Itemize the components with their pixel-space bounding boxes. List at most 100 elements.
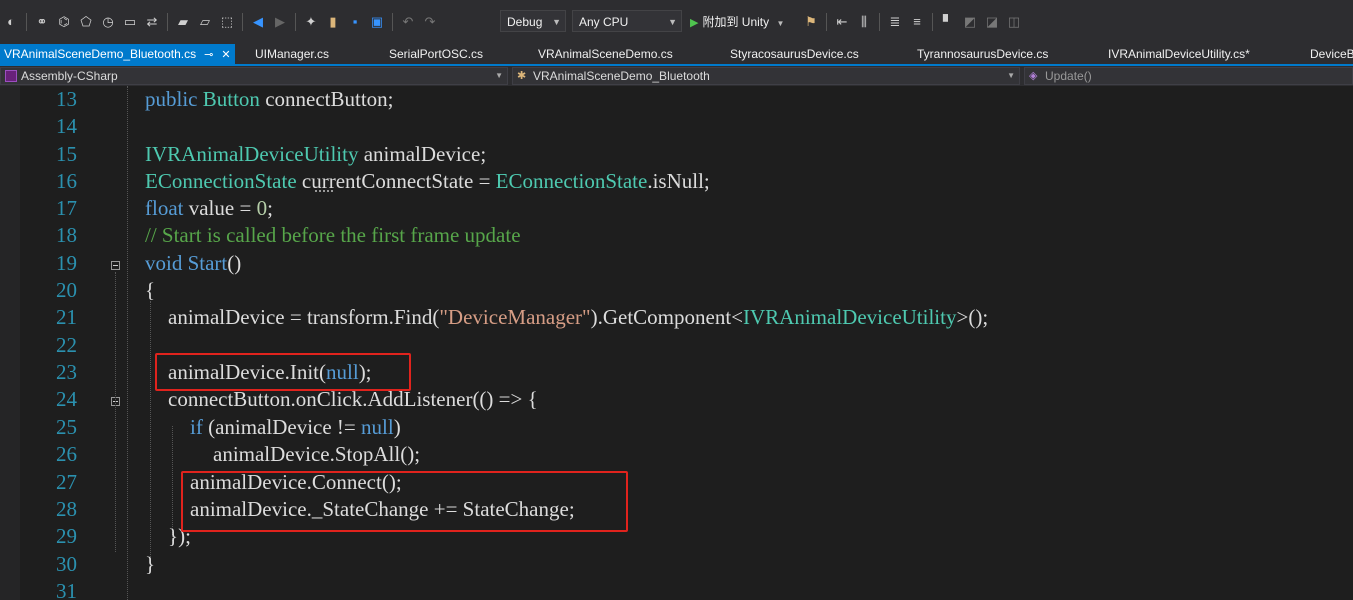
tab-label: UIManager.cs (255, 47, 330, 61)
line-number: 29 (56, 524, 77, 548)
keyword: float (145, 196, 184, 220)
open-folder-icon[interactable]: ▱ (197, 14, 213, 30)
code-line-30: } (145, 552, 155, 577)
type-name: IVRAnimalDeviceUtility (145, 142, 359, 166)
pin-icon[interactable]: ⊸ (204, 49, 213, 61)
line-number: 24 (56, 387, 77, 411)
new-project-icon[interactable]: ✦ (303, 14, 319, 30)
chevron-down-icon: ▼ (552, 17, 561, 27)
tab-vranimalscenedemo[interactable]: VRAnimalSceneDemo.cs (538, 44, 673, 64)
tab-uimanager[interactable]: UIManager.cs (255, 44, 329, 64)
tag-icon[interactable]: ⬠ (78, 14, 94, 30)
toolbar-separator (242, 13, 243, 31)
type-name: Button (202, 87, 260, 111)
save-all-icon[interactable]: ▣ (369, 14, 385, 30)
member-name: Update() (1045, 69, 1092, 83)
tab-serialportosc[interactable]: SerialPortOSC.cs (389, 44, 483, 64)
code-text: >(); (956, 305, 989, 329)
close-icon[interactable]: ✕ (221, 49, 230, 61)
tab-label: VRAnimalSceneDemo_Bluetooth.cs (4, 47, 197, 61)
undo-icon[interactable]: ↶ (400, 14, 416, 30)
member-dropdown[interactable]: ◈ Update() (1024, 67, 1353, 85)
solution-icon[interactable]: ⚭ (34, 14, 50, 30)
clear-bookmark-icon[interactable]: ◫ (1006, 14, 1022, 30)
tab-ivranimaldeviceutility[interactable]: IVRAnimalDeviceUtility.cs* (1108, 44, 1250, 64)
line-number: 15 (56, 142, 77, 166)
code-editor[interactable]: 13 14 15 16 17 18 19 20 21 22 23 24 25 2… (0, 86, 1353, 600)
bookmark-icon[interactable]: ▘ (940, 14, 956, 30)
tab-styracosaurusdevice[interactable]: StyracosaurusDevice.cs (730, 44, 859, 64)
comment-text: // Start is called before the first fram… (145, 223, 521, 247)
code-text: { (145, 278, 156, 302)
code-text: animalDevice; (363, 142, 487, 166)
line-number: 30 (56, 552, 77, 576)
class-name: VRAnimalSceneDemo_Bluetooth (533, 69, 710, 83)
line-number: 13 (56, 87, 77, 111)
string-literal: "DeviceManager" (439, 305, 591, 329)
diagram-icon[interactable]: ⌬ (56, 14, 72, 30)
toolbar-separator (826, 13, 827, 31)
keyword: if (190, 415, 203, 439)
number-literal: 0 (256, 196, 268, 220)
code-line-13: public Button connectButton; (145, 87, 394, 112)
platform-dropdown[interactable]: Any CPU ▼ (572, 10, 682, 32)
attach-unity-button[interactable]: ▶ 附加到 Unity ▼ (690, 10, 784, 34)
toolbar-separator (26, 13, 27, 31)
method-icon: ◈ (1029, 70, 1038, 82)
class-icon: ✱ (517, 70, 527, 82)
code-line-25: if (animalDevice != null) (190, 415, 401, 440)
line-number: 19 (56, 251, 77, 275)
tab-label: SerialPortOSC.cs (389, 47, 484, 61)
next-bookmark-icon[interactable]: ◪ (984, 14, 1000, 30)
code-text: = (478, 169, 491, 193)
window-icon[interactable]: ▭ (122, 14, 138, 30)
line-number: 27 (56, 470, 77, 494)
fold-toggle-icon[interactable] (111, 261, 120, 270)
redo-icon[interactable]: ↷ (422, 14, 438, 30)
code-text: value = (188, 196, 252, 220)
toolbar-separator (879, 13, 880, 31)
code-text: } (145, 552, 156, 576)
prev-bookmark-icon[interactable]: ◩ (962, 14, 978, 30)
line-number: 25 (56, 415, 77, 439)
history-icon[interactable]: ◷ (100, 14, 116, 30)
nav-icon[interactable]: ◐ (3, 14, 19, 30)
step-icon[interactable]: ⇤ (834, 14, 850, 30)
type-name: IVRAnimalDeviceUtility (743, 305, 957, 329)
code-text: animalDevice.StopAll(); (213, 442, 421, 466)
forward-icon[interactable]: ▶ (272, 14, 288, 30)
code-text: ) (393, 415, 401, 439)
document-tabs: VRAnimalSceneDemo_Bluetooth.cs ⊸ ✕ UIManag… (0, 44, 1353, 66)
code-text: animalDevice = transform.Find( (168, 305, 440, 329)
open-icon[interactable]: ▮ (325, 14, 341, 30)
tab-devicebase[interactable]: DeviceBa (1310, 44, 1353, 64)
comment-icon[interactable]: ≣ (887, 14, 903, 30)
indent-guide (150, 301, 151, 561)
play-icon: ▶ (690, 17, 699, 29)
fold-line (115, 272, 116, 552)
line-number: 23 (56, 360, 77, 384)
indent-guide (127, 86, 128, 600)
tab-vranimalscenedemo-bluetooth[interactable]: VRAnimalSceneDemo_Bluetooth.cs ⊸ ✕ (0, 44, 235, 64)
highlight-box-connect (181, 471, 628, 532)
find-icon[interactable]: ⚑ (803, 14, 819, 30)
csharp-project-icon (5, 70, 17, 82)
select-icon[interactable]: ⬚ (219, 14, 235, 30)
sync-icon[interactable]: ⇄ (144, 14, 160, 30)
code-line-16: EConnectionState currentConnectState = E… (145, 169, 710, 194)
line-number: 20 (56, 278, 77, 302)
configuration-dropdown[interactable]: Debug ▼ (500, 10, 566, 32)
tab-tyrannosaurusdevice[interactable]: TyrannosaurusDevice.cs (917, 44, 1048, 64)
line-number: 26 (56, 442, 77, 466)
highlight-box-init (155, 353, 411, 391)
uncomment-icon[interactable]: ≡ (909, 14, 925, 30)
save-icon[interactable]: ▪ (347, 14, 363, 30)
class-dropdown[interactable]: ✱ VRAnimalSceneDemo_Bluetooth ▼ (512, 67, 1020, 85)
tab-label: IVRAnimalDeviceUtility.cs* (1108, 47, 1250, 61)
back-icon[interactable]: ◀ (250, 14, 266, 30)
project-dropdown[interactable]: Assembly-CSharp ▼ (0, 67, 508, 85)
folder-icon[interactable]: ▰ (175, 14, 191, 30)
method-name: Start (187, 251, 228, 275)
layout-icon[interactable]: ⫼ (856, 14, 872, 30)
code-text: () (227, 251, 242, 275)
